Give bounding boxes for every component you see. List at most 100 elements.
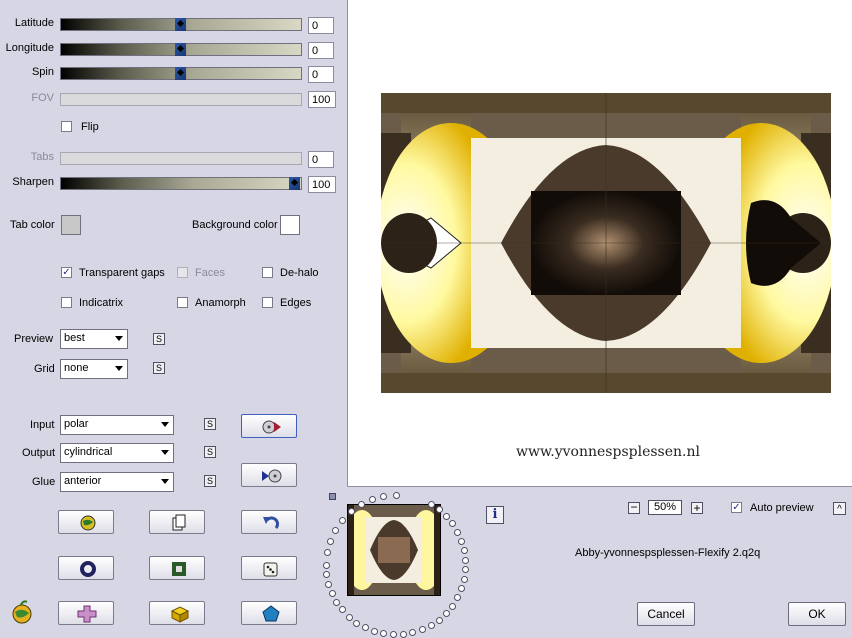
rotation-dial-dot[interactable]: [338, 516, 346, 524]
undo-button[interactable]: [241, 510, 297, 534]
longitude-value[interactable]: 0: [308, 42, 334, 59]
rotation-dial-dot[interactable]: [370, 628, 378, 636]
rotation-dial-dot[interactable]: [390, 631, 398, 638]
glue-s-button[interactable]: S: [204, 475, 216, 487]
rotation-dial-dot[interactable]: [353, 619, 361, 627]
output-select[interactable]: cylindrical: [60, 443, 174, 463]
background-color-swatch[interactable]: [280, 215, 300, 235]
navigator-handle[interactable]: [329, 493, 336, 500]
rotation-dial-dot[interactable]: [380, 492, 388, 500]
navigator-thumbnail[interactable]: [347, 504, 441, 596]
square-button[interactable]: [149, 556, 205, 580]
de-halo-checkbox[interactable]: [262, 267, 273, 278]
rotation-dial-dot[interactable]: [325, 580, 333, 588]
collapse-button[interactable]: ^: [833, 502, 846, 515]
info-button[interactable]: i: [486, 506, 504, 524]
input-s-button[interactable]: S: [204, 418, 216, 430]
watermark-text: www.yvonnespsplessen.nl: [516, 444, 700, 460]
tabs-value[interactable]: 0: [308, 151, 334, 168]
latitude-slider[interactable]: [60, 18, 302, 31]
rotation-dial-dot[interactable]: [449, 520, 457, 528]
rotation-dial-dot[interactable]: [462, 566, 470, 574]
rotation-dial-dot[interactable]: [454, 594, 462, 602]
rotation-dial-dot[interactable]: [458, 585, 466, 593]
rotation-dial-dot[interactable]: [392, 491, 400, 499]
rotation-dial-dot[interactable]: [361, 624, 369, 632]
rotation-dial-dot[interactable]: [345, 613, 353, 621]
sharpen-value[interactable]: 100: [308, 176, 336, 193]
output-to-input-button[interactable]: [241, 463, 297, 487]
rotation-dial-dot[interactable]: [323, 549, 331, 557]
input-to-output-button[interactable]: [241, 414, 297, 438]
preset-name: Abby-yvonnespsplessen-Flexify 2.q2q: [575, 547, 761, 559]
preview-s-button[interactable]: S: [153, 333, 165, 345]
rotation-dial-dot[interactable]: [333, 598, 341, 606]
rotation-dial-dot[interactable]: [435, 506, 443, 514]
anamorph-checkbox[interactable]: [177, 297, 188, 308]
auto-preview-label: Auto preview: [750, 502, 814, 514]
dice-button[interactable]: [241, 556, 297, 580]
longitude-label: Longitude: [5, 42, 54, 54]
auto-preview-checkbox[interactable]: ✓: [731, 502, 742, 513]
latitude-slider-thumb[interactable]: [175, 18, 186, 31]
grid-s-button[interactable]: S: [153, 362, 165, 374]
preview-pane[interactable]: www.yvonnespsplessen.nl: [347, 0, 852, 487]
cube-button[interactable]: [149, 601, 205, 625]
rotation-dial-dot[interactable]: [449, 602, 457, 610]
rotation-dial-dot[interactable]: [326, 537, 334, 545]
rotation-dial-dot[interactable]: [347, 507, 355, 515]
rotation-dial-dot[interactable]: [435, 616, 443, 624]
rotation-dial-dot[interactable]: [380, 630, 388, 638]
longitude-slider[interactable]: [60, 43, 302, 56]
fov-value[interactable]: 100: [308, 91, 336, 108]
indicatrix-checkbox[interactable]: [61, 297, 72, 308]
background-color-label: Background color: [192, 219, 278, 231]
cancel-button[interactable]: Cancel: [637, 602, 695, 626]
transparent-gaps-checkbox[interactable]: ✓: [61, 267, 72, 278]
zoom-out-button[interactable]: −: [628, 501, 640, 514]
randomize-button[interactable]: [58, 510, 114, 534]
rotation-dial-dot[interactable]: [427, 622, 435, 630]
rotation-dial-dot[interactable]: [418, 626, 426, 634]
rotation-dial-dot[interactable]: [460, 546, 468, 554]
flip-checkbox[interactable]: [61, 121, 72, 132]
ok-button[interactable]: OK: [788, 602, 846, 626]
rotation-dial-dot[interactable]: [427, 500, 435, 508]
rotation-dial-dot[interactable]: [328, 589, 336, 597]
rotation-dial-dot[interactable]: [331, 526, 339, 534]
preview-select[interactable]: best: [60, 329, 128, 349]
rotation-dial-dot[interactable]: [322, 561, 330, 569]
tab-color-swatch[interactable]: [61, 215, 81, 235]
zoom-level[interactable]: 50%: [648, 500, 682, 515]
rotation-dial-dot[interactable]: [442, 610, 450, 618]
copy-button[interactable]: [149, 510, 205, 534]
cross-button[interactable]: [58, 601, 114, 625]
rotation-dial-dot[interactable]: [442, 512, 450, 520]
output-s-button[interactable]: S: [204, 446, 216, 458]
rotation-dial-dot[interactable]: [323, 571, 331, 579]
sharpen-slider-thumb[interactable]: [289, 177, 300, 190]
rotation-dial-dot[interactable]: [462, 556, 470, 564]
chevron-down-icon: [115, 336, 123, 341]
rotation-dial-dot[interactable]: [460, 576, 468, 584]
input-select[interactable]: polar: [60, 415, 174, 435]
grid-select[interactable]: none: [60, 359, 128, 379]
zoom-in-button[interactable]: +: [691, 502, 703, 514]
rotation-dial-dot[interactable]: [338, 606, 346, 614]
edges-checkbox[interactable]: [262, 297, 273, 308]
indicatrix-label: Indicatrix: [79, 297, 124, 309]
rotation-dial-dot[interactable]: [399, 631, 407, 638]
latitude-value[interactable]: 0: [308, 17, 334, 34]
pentagon-button[interactable]: [241, 601, 297, 625]
spin-slider-thumb[interactable]: [175, 67, 186, 80]
sharpen-slider[interactable]: [60, 177, 302, 190]
ring-button[interactable]: [58, 556, 114, 580]
rotation-dial-dot[interactable]: [357, 500, 365, 508]
glue-select[interactable]: anterior: [60, 472, 174, 492]
rotation-dial-dot[interactable]: [368, 495, 376, 503]
spin-slider[interactable]: [60, 67, 302, 80]
spin-value[interactable]: 0: [308, 66, 334, 83]
longitude-slider-thumb[interactable]: [175, 43, 186, 56]
rotation-dial-dot[interactable]: [454, 528, 462, 536]
rotation-dial-dot[interactable]: [458, 537, 466, 545]
